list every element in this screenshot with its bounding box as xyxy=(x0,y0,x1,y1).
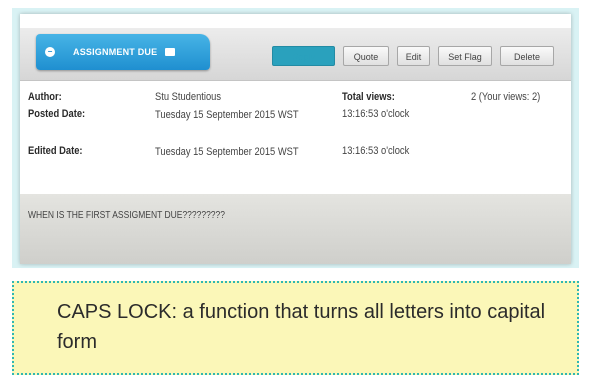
screenshot-frame: − ASSIGNMENT DUE Reply Quote Edit Set Fl… xyxy=(12,8,579,268)
posted-time-value: 13:16:53 o'clock xyxy=(342,108,410,120)
edited-time-value: 13:16:53 o'clock xyxy=(342,145,410,157)
author-value: Stu Studentious xyxy=(155,91,222,103)
collapse-icon[interactable]: − xyxy=(45,47,55,57)
post-body: WHEN IS THE FIRST ASSIGMENT DUE????????? xyxy=(20,194,571,264)
post-message: WHEN IS THE FIRST ASSIGMENT DUE????????? xyxy=(28,210,225,221)
quote-button[interactable]: Quote xyxy=(343,46,389,66)
edited-date-value: Tuesday 15 September 2015 WST xyxy=(155,146,299,158)
post-subject-tab[interactable]: − ASSIGNMENT DUE xyxy=(36,34,210,70)
total-views-label: Total views: xyxy=(342,91,395,103)
edit-button[interactable]: Edit xyxy=(397,46,430,66)
edited-date-label: Edited Date: xyxy=(28,145,83,157)
message-icon xyxy=(165,48,176,56)
author-label: Author: xyxy=(28,91,62,103)
caption-box: CAPS LOCK: a function that turns all let… xyxy=(12,281,579,375)
forum-post-panel: − ASSIGNMENT DUE Reply Quote Edit Set Fl… xyxy=(20,14,571,264)
posted-date-value: Tuesday 15 September 2015 WST xyxy=(155,109,299,121)
posted-date-label: Posted Date: xyxy=(28,108,86,120)
post-subject: ASSIGNMENT DUE xyxy=(73,47,158,57)
set-flag-button[interactable]: Set Flag xyxy=(438,46,492,66)
delete-button[interactable]: Delete xyxy=(500,46,554,66)
caption-text: CAPS LOCK: a function that turns all let… xyxy=(57,301,546,353)
reply-button[interactable]: Reply xyxy=(272,46,335,66)
total-views-value: 2 (Your views: 2) xyxy=(471,91,541,103)
post-toolbar: − ASSIGNMENT DUE Reply Quote Edit Set Fl… xyxy=(20,28,571,81)
